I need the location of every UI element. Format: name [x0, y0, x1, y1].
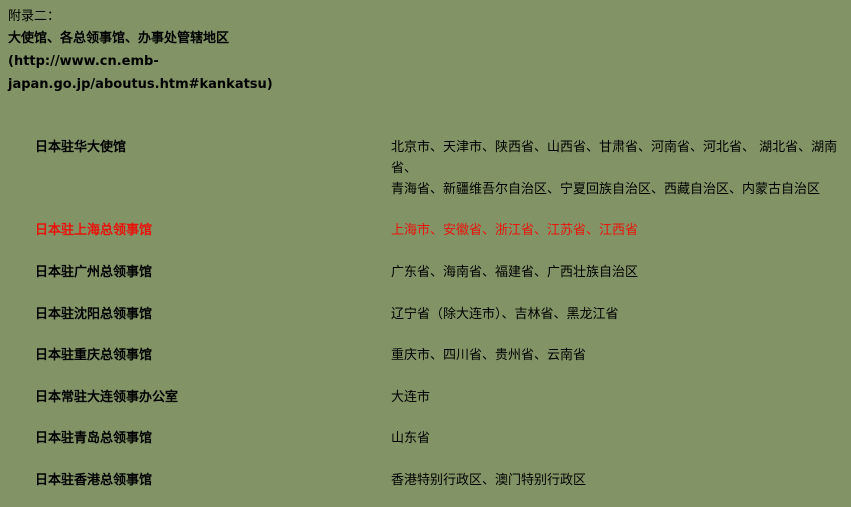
mission-name: 日本驻华大使馆: [35, 140, 127, 155]
jurisdiction-regions: 广东省、海南省、福建省、广西壮族自治区: [391, 262, 841, 283]
jurisdiction-line: 大连市: [391, 390, 431, 405]
jurisdiction-regions: 重庆市、四川省、贵州省、云南省: [391, 345, 841, 366]
jurisdiction-line: 山东省: [391, 431, 431, 446]
mission-name: 日本常驻大连领事办公室: [35, 390, 179, 405]
jurisdiction-line: 北京市、天津市、陕西省、山西省、甘肃省、河南省、河北省、 湖北省、湖南: [391, 140, 838, 155]
mission-name: 日本驻广州总领事馆: [35, 265, 153, 280]
jurisdiction-regions: 香港特别行政区、澳门特别行政区: [391, 470, 841, 491]
jurisdiction-line: 省、: [391, 161, 418, 176]
mission-name: 日本驻重庆总领事馆: [35, 348, 153, 363]
jurisdiction-line: 辽宁省（除大连市）、吉林省、黑龙江省: [391, 307, 619, 322]
jurisdiction-regions: 辽宁省（除大连市）、吉林省、黑龙江省: [391, 304, 841, 325]
mission-name: 日本驻上海总领事馆: [35, 223, 153, 238]
jurisdiction-line: 青海省、新疆维吾尔自治区、宁夏回族自治区、西藏自治区、内蒙古自治区: [391, 182, 821, 197]
jurisdiction-regions: 山东省: [391, 428, 841, 449]
jurisdiction-line: 上海市、安徽省、浙江省、江苏省、江西省: [391, 223, 639, 238]
mission-name: 日本驻青岛总领事馆: [35, 431, 153, 446]
mission-name: 日本驻沈阳总领事馆: [35, 307, 153, 322]
jurisdiction-regions: 大连市: [391, 387, 841, 408]
jurisdiction-line: 香港特别行政区、澳门特别行政区: [391, 473, 587, 488]
jurisdiction-regions: 北京市、天津市、陕西省、山西省、甘肃省、河南省、河北省、 湖北省、湖南 省、 青…: [391, 137, 841, 200]
jurisdiction-line: 重庆市、四川省、贵州省、云南省: [391, 348, 587, 363]
mission-name: 日本驻香港总领事馆: [35, 473, 153, 488]
jurisdiction-table: 日本驻华大使馆 北京市、天津市、陕西省、山西省、甘肃省、河南省、河北省、 湖北省…: [0, 0, 851, 507]
jurisdiction-line: 广东省、海南省、福建省、广西壮族自治区: [391, 265, 639, 280]
jurisdiction-regions: 上海市、安徽省、浙江省、江苏省、江西省: [391, 220, 841, 241]
